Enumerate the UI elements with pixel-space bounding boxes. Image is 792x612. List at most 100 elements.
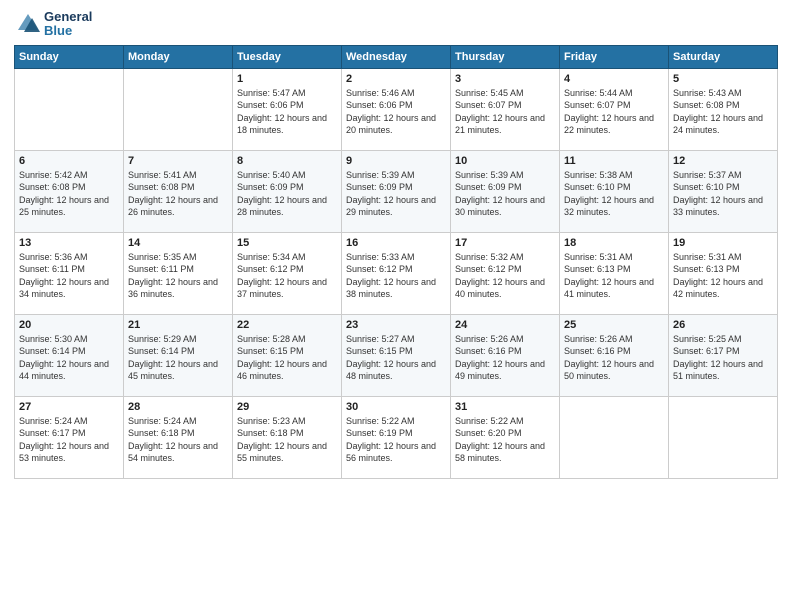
calendar-cell: 11 Sunrise: 5:38 AM Sunset: 6:10 PM Dayli… [560,150,669,232]
calendar-cell: 20 Sunrise: 5:30 AM Sunset: 6:14 PM Dayli… [15,314,124,396]
day-header-saturday: Saturday [669,45,778,68]
calendar-cell [669,396,778,478]
day-info: Sunrise: 5:25 AM Sunset: 6:17 PM Dayligh… [673,333,773,383]
day-number: 27 [19,401,119,413]
day-info: Sunrise: 5:23 AM Sunset: 6:18 PM Dayligh… [237,415,337,465]
calendar-table: SundayMondayTuesdayWednesdayThursdayFrid… [14,45,778,479]
day-number: 26 [673,319,773,331]
week-row-5: 27 Sunrise: 5:24 AM Sunset: 6:17 PM Dayli… [15,396,778,478]
day-header-friday: Friday [560,45,669,68]
day-info: Sunrise: 5:26 AM Sunset: 6:16 PM Dayligh… [564,333,664,383]
day-info: Sunrise: 5:38 AM Sunset: 6:10 PM Dayligh… [564,169,664,219]
day-info: Sunrise: 5:47 AM Sunset: 6:06 PM Dayligh… [237,87,337,137]
logo-icon [14,10,42,38]
day-number: 6 [19,155,119,167]
calendar-cell: 8Sunrise: 5:40 AM Sunset: 6:09 PM Daylig… [233,150,342,232]
day-number: 9 [346,155,446,167]
calendar-cell: 6 Sunrise: 5:42 AM Sunset: 6:08 PM Daylig… [15,150,124,232]
day-number: 31 [455,401,555,413]
day-info: Sunrise: 5:30 AM Sunset: 6:14 PM Dayligh… [19,333,119,383]
logo-text: General Blue [44,10,92,39]
day-number: 20 [19,319,119,331]
day-number: 13 [19,237,119,249]
day-number: 28 [128,401,228,413]
week-row-4: 20 Sunrise: 5:30 AM Sunset: 6:14 PM Dayli… [15,314,778,396]
calendar-cell: 12 Sunrise: 5:37 AM Sunset: 6:10 PM Dayli… [669,150,778,232]
day-info: Sunrise: 5:26 AM Sunset: 6:16 PM Dayligh… [455,333,555,383]
calendar-cell: 16 Sunrise: 5:33 AM Sunset: 6:12 PM Dayli… [342,232,451,314]
day-info: Sunrise: 5:42 AM Sunset: 6:08 PM Dayligh… [19,169,119,219]
day-header-tuesday: Tuesday [233,45,342,68]
day-number: 7 [128,155,228,167]
day-number: 1 [237,73,337,85]
calendar-cell: 1 Sunrise: 5:47 AM Sunset: 6:06 PM Daylig… [233,68,342,150]
day-info: Sunrise: 5:41 AM Sunset: 6:08 PM Dayligh… [128,169,228,219]
day-number: 14 [128,237,228,249]
calendar-cell: 3 Sunrise: 5:45 AM Sunset: 6:07 PM Daylig… [451,68,560,150]
calendar-cell: 24 Sunrise: 5:26 AM Sunset: 6:16 PM Dayli… [451,314,560,396]
day-info: Sunrise: 5:22 AM Sunset: 6:20 PM Dayligh… [455,415,555,465]
calendar-cell: 26 Sunrise: 5:25 AM Sunset: 6:17 PM Dayli… [669,314,778,396]
day-number: 10 [455,155,555,167]
calendar-cell [124,68,233,150]
calendar-cell: 19 Sunrise: 5:31 AM Sunset: 6:13 PM Dayli… [669,232,778,314]
logo-area: General Blue [14,10,92,39]
header: General Blue [14,10,778,39]
calendar-cell: 31 Sunrise: 5:22 AM Sunset: 6:20 PM Dayli… [451,396,560,478]
week-row-1: 1 Sunrise: 5:47 AM Sunset: 6:06 PM Daylig… [15,68,778,150]
day-info: Sunrise: 5:34 AM Sunset: 6:12 PM Dayligh… [237,251,337,301]
day-info: Sunrise: 5:29 AM Sunset: 6:14 PM Dayligh… [128,333,228,383]
calendar-cell [15,68,124,150]
calendar-cell: 5Sunrise: 5:43 AM Sunset: 6:08 PM Daylig… [669,68,778,150]
calendar-cell: 14 Sunrise: 5:35 AM Sunset: 6:11 PM Dayli… [124,232,233,314]
day-number: 15 [237,237,337,249]
calendar-cell: 17Sunrise: 5:32 AM Sunset: 6:12 PM Dayli… [451,232,560,314]
day-number: 22 [237,319,337,331]
day-info: Sunrise: 5:24 AM Sunset: 6:17 PM Dayligh… [19,415,119,465]
calendar-cell: 10 Sunrise: 5:39 AM Sunset: 6:09 PM Dayli… [451,150,560,232]
day-info: Sunrise: 5:37 AM Sunset: 6:10 PM Dayligh… [673,169,773,219]
calendar-cell: 22 Sunrise: 5:28 AM Sunset: 6:15 PM Dayli… [233,314,342,396]
week-row-2: 6 Sunrise: 5:42 AM Sunset: 6:08 PM Daylig… [15,150,778,232]
calendar-cell: 18Sunrise: 5:31 AM Sunset: 6:13 PM Dayli… [560,232,669,314]
day-info: Sunrise: 5:46 AM Sunset: 6:06 PM Dayligh… [346,87,446,137]
day-number: 3 [455,73,555,85]
day-number: 11 [564,155,664,167]
calendar-cell: 13Sunrise: 5:36 AM Sunset: 6:11 PM Dayli… [15,232,124,314]
day-info: Sunrise: 5:32 AM Sunset: 6:12 PM Dayligh… [455,251,555,301]
calendar-cell [560,396,669,478]
calendar-cell: 21 Sunrise: 5:29 AM Sunset: 6:14 PM Dayli… [124,314,233,396]
day-header-monday: Monday [124,45,233,68]
calendar-cell: 7 Sunrise: 5:41 AM Sunset: 6:08 PM Daylig… [124,150,233,232]
day-header-thursday: Thursday [451,45,560,68]
day-info: Sunrise: 5:33 AM Sunset: 6:12 PM Dayligh… [346,251,446,301]
calendar-cell: 29Sunrise: 5:23 AM Sunset: 6:18 PM Dayli… [233,396,342,478]
day-header-wednesday: Wednesday [342,45,451,68]
day-number: 16 [346,237,446,249]
day-info: Sunrise: 5:45 AM Sunset: 6:07 PM Dayligh… [455,87,555,137]
day-info: Sunrise: 5:31 AM Sunset: 6:13 PM Dayligh… [673,251,773,301]
day-info: Sunrise: 5:31 AM Sunset: 6:13 PM Dayligh… [564,251,664,301]
calendar-cell: 27 Sunrise: 5:24 AM Sunset: 6:17 PM Dayli… [15,396,124,478]
day-number: 4 [564,73,664,85]
calendar-cell: 25 Sunrise: 5:26 AM Sunset: 6:16 PM Dayli… [560,314,669,396]
day-number: 19 [673,237,773,249]
day-info: Sunrise: 5:22 AM Sunset: 6:19 PM Dayligh… [346,415,446,465]
day-info: Sunrise: 5:43 AM Sunset: 6:08 PM Dayligh… [673,87,773,137]
day-info: Sunrise: 5:39 AM Sunset: 6:09 PM Dayligh… [346,169,446,219]
calendar-cell: 9 Sunrise: 5:39 AM Sunset: 6:09 PM Daylig… [342,150,451,232]
day-info: Sunrise: 5:35 AM Sunset: 6:11 PM Dayligh… [128,251,228,301]
day-info: Sunrise: 5:28 AM Sunset: 6:15 PM Dayligh… [237,333,337,383]
calendar-cell: 28Sunrise: 5:24 AM Sunset: 6:18 PM Dayli… [124,396,233,478]
calendar-cell: 23Sunrise: 5:27 AM Sunset: 6:15 PM Dayli… [342,314,451,396]
day-number: 8 [237,155,337,167]
day-number: 21 [128,319,228,331]
day-info: Sunrise: 5:39 AM Sunset: 6:09 PM Dayligh… [455,169,555,219]
day-info: Sunrise: 5:44 AM Sunset: 6:07 PM Dayligh… [564,87,664,137]
day-number: 25 [564,319,664,331]
day-number: 12 [673,155,773,167]
day-number: 24 [455,319,555,331]
day-header-sunday: Sunday [15,45,124,68]
calendar-cell: 2Sunrise: 5:46 AM Sunset: 6:06 PM Daylig… [342,68,451,150]
page: General Blue SundayMondayTuesdayWednesda… [0,0,792,612]
